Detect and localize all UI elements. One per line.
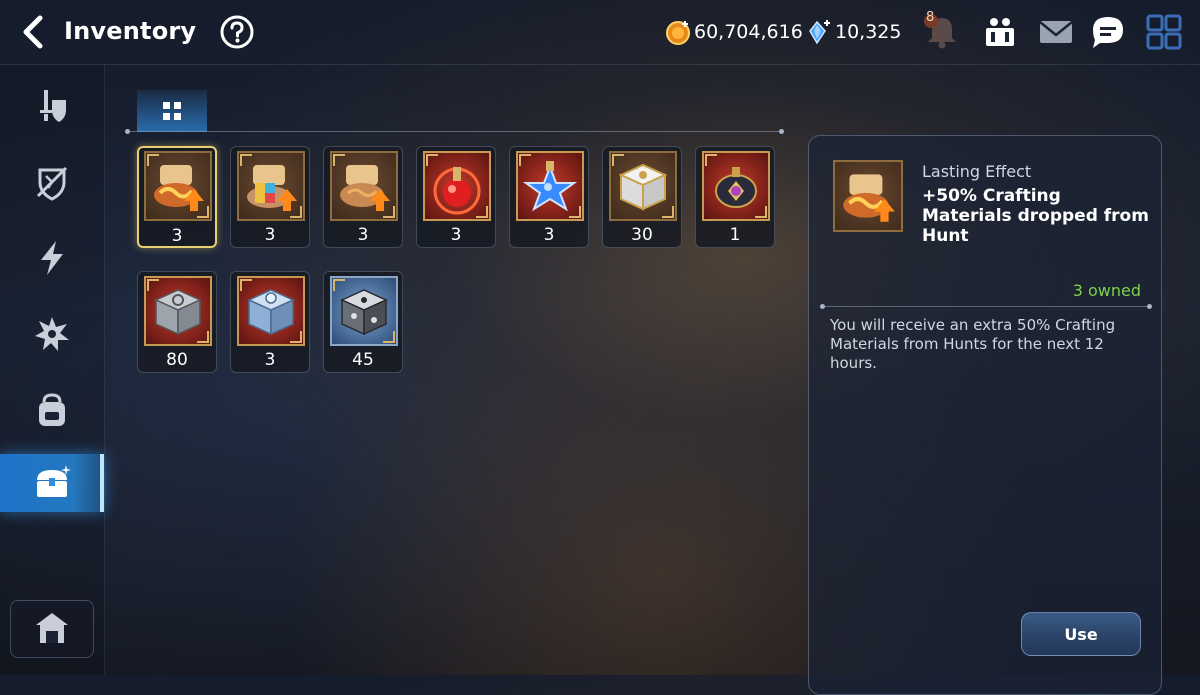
backpack-icon <box>39 393 65 426</box>
item-type: Lasting Effect <box>922 162 1032 181</box>
item-slot-scroll-plain[interactable]: 3 <box>323 146 403 248</box>
gold-coin-icon <box>665 19 691 45</box>
mail-button[interactable] <box>1036 12 1076 52</box>
category-sidebar <box>0 65 105 675</box>
chevron-left-icon <box>23 15 43 49</box>
selected-item-icon <box>833 160 903 232</box>
grid-icon <box>163 102 181 120</box>
main-menu-button[interactable] <box>1144 12 1184 52</box>
sidebar-item-equipment[interactable] <box>0 77 104 135</box>
item-slot-white-gold-chest[interactable]: 30 <box>602 146 682 248</box>
item-quantity: 3 <box>264 225 276 245</box>
crystal-amount: 10,325 <box>835 21 902 43</box>
silver-chest-icon <box>144 276 212 346</box>
sidebar-item-chests[interactable] <box>0 454 104 512</box>
sidebar-item-energy[interactable] <box>0 229 104 287</box>
lightning-icon <box>41 241 63 275</box>
item-quantity: 45 <box>352 350 374 370</box>
rainbow-scroll-icon <box>237 151 305 221</box>
item-slot-dark-cube-chest[interactable]: 45 <box>323 271 403 373</box>
equipment-icon <box>40 90 66 122</box>
storage-house-icon <box>36 613 68 643</box>
sidebar-item-shields[interactable] <box>0 153 104 211</box>
gold-counter[interactable]: 60,704,616 <box>665 18 803 46</box>
item-quantity: 80 <box>166 350 188 370</box>
item-slot-scroll-rainbow[interactable]: 3 <box>230 146 310 248</box>
header-divider <box>0 64 1200 65</box>
dark-lantern-icon <box>702 151 770 221</box>
page-title: Inventory <box>64 17 197 45</box>
item-slot-dark-lantern[interactable]: 1 <box>695 146 775 248</box>
sidebar-item-special[interactable] <box>0 305 104 363</box>
mail-icon <box>1039 21 1073 43</box>
question-circle-icon <box>220 15 254 49</box>
burst-icon <box>35 317 69 351</box>
blue-silver-chest-icon <box>237 276 305 346</box>
guild-button[interactable] <box>980 12 1020 52</box>
chat-icon <box>1093 17 1123 48</box>
item-description: You will receive an extra 50% Crafting M… <box>830 316 1116 372</box>
chat-button[interactable] <box>1088 12 1128 52</box>
item-slot-blue-star-potion[interactable]: 3 <box>509 146 589 248</box>
detail-divider <box>820 304 1152 309</box>
help-button[interactable] <box>219 14 255 50</box>
guild-icon <box>986 18 1014 46</box>
blue-star-potion-icon <box>516 151 584 221</box>
item-slot-blue-silver-chest[interactable]: 3 <box>230 271 310 373</box>
item-quantity: 3 <box>171 226 183 246</box>
owned-count: 3 owned <box>1072 281 1141 300</box>
broken-shield-icon <box>36 166 68 201</box>
crystal-icon <box>806 19 832 45</box>
tab-all-items[interactable] <box>137 90 207 132</box>
dark-cube-chest-icon <box>330 276 398 346</box>
notification-count: 8 <box>926 10 935 25</box>
item-slot-silver-chest[interactable]: 80 <box>137 271 217 373</box>
top-bar: Inventory 60,704,616 10,325 8 <box>0 0 1200 64</box>
red-potion-icon <box>423 151 491 221</box>
white-gold-chest-icon <box>609 151 677 221</box>
gold-amount: 60,704,616 <box>694 21 803 43</box>
item-slot-scroll-orange[interactable]: 3 <box>137 146 217 248</box>
material-scroll-icon <box>330 151 398 221</box>
sidebar-item-bag[interactable] <box>0 381 104 439</box>
item-slot-red-potion[interactable]: 3 <box>416 146 496 248</box>
item-quantity: 30 <box>631 225 653 245</box>
item-quantity: 3 <box>543 225 555 245</box>
storage-button[interactable] <box>10 600 94 658</box>
crystal-counter[interactable]: 10,325 <box>806 18 901 46</box>
back-button[interactable] <box>16 14 52 50</box>
item-detail-panel: Lasting Effect +50% Crafting Materials d… <box>808 135 1162 695</box>
item-quantity: 3 <box>264 350 276 370</box>
use-button[interactable]: Use <box>1021 612 1141 656</box>
notification-button[interactable]: 8 <box>922 10 962 52</box>
item-quantity: 1 <box>729 225 741 245</box>
crafting-scroll-icon <box>144 151 212 221</box>
grid-menu-icon <box>1146 14 1182 50</box>
item-name: +50% Crafting Materials dropped from Hun… <box>922 186 1149 246</box>
treasure-chest-icon <box>37 465 71 497</box>
item-quantity: 3 <box>357 225 369 245</box>
item-quantity: 3 <box>450 225 462 245</box>
tab-divider <box>125 129 784 134</box>
